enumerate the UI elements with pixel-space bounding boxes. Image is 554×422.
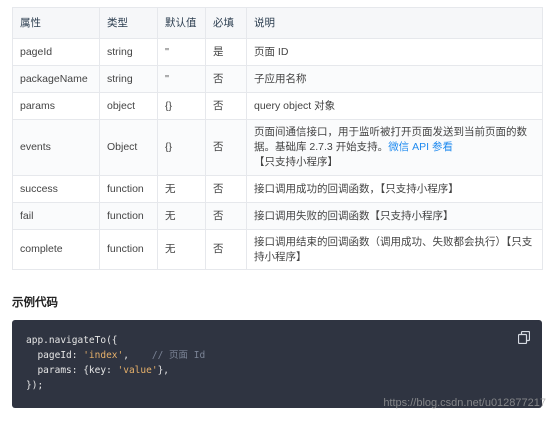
cell-name: complete [12, 229, 100, 270]
code-key: pageId: [26, 350, 84, 361]
code-block: app.navigateTo({ pageId: 'index', // 页面 … [12, 320, 542, 408]
cell-required: 否 [205, 229, 247, 270]
code-content: app.navigateTo({ pageId: 'index', // 页面 … [26, 333, 528, 393]
cell-type: function [99, 229, 158, 270]
cell-description: 子应用名称 [246, 65, 543, 93]
cell-type: function [99, 202, 158, 230]
cell-type: Object [99, 119, 158, 176]
cell-type: string [99, 65, 158, 93]
table-row: pageId string '' 是 页面 ID [12, 38, 543, 66]
cell-description: 接口调用成功的回调函数，【只支持小程序】 [246, 175, 543, 203]
code-key: params: {key: [26, 365, 118, 376]
cell-type: object [99, 92, 158, 120]
cell-name: fail [12, 202, 100, 230]
header-cell-type: 类型 [99, 7, 158, 39]
copy-icon[interactable] [517, 330, 531, 345]
header-cell-property: 属性 [12, 7, 100, 39]
cell-required: 否 [205, 175, 247, 203]
cell-description: 页面 ID [246, 38, 543, 66]
code-comment: // 页面 Id [151, 350, 206, 361]
header-cell-default: 默认值 [157, 7, 206, 39]
code-line: }); [26, 380, 44, 391]
cell-description: 接口调用失败的回调函数【只支持小程序】 [246, 202, 543, 230]
cell-type: string [99, 38, 158, 66]
cell-description: 页面间通信接口，用于监听被打开页面发送到当前页面的数据。基础库 2.7.3 开始… [246, 119, 543, 176]
table-row: complete function 无 否 接口调用结束的回调函数（调用成功、失… [12, 229, 543, 270]
table-row: packageName string '' 否 子应用名称 [12, 65, 543, 93]
cell-default: 无 [157, 229, 206, 270]
code-line: app.navigateTo({ [26, 335, 118, 346]
cell-name: pageId [12, 38, 100, 66]
wechat-api-link[interactable]: 微信 API 参看 [388, 141, 453, 153]
params-table: 属性 类型 默认值 必填 说明 pageId string '' 是 页面 ID… [12, 7, 543, 270]
description-note: 【只支持小程序】 [254, 156, 338, 168]
example-code-title: 示例代码 [12, 297, 58, 309]
code-punct: }, [157, 365, 170, 376]
table-header-row: 属性 类型 默认值 必填 说明 [12, 7, 543, 39]
cell-default: 无 [157, 202, 206, 230]
watermark: https://blog.csdn.net/u012877217 [383, 397, 546, 409]
cell-description: query object 对象 [246, 92, 543, 120]
cell-name: success [12, 175, 100, 203]
cell-default: {} [157, 92, 206, 120]
cell-default: '' [157, 65, 206, 93]
cell-name: events [12, 119, 100, 176]
cell-description: 接口调用结束的回调函数（调用成功、失败都会执行）【只支持小程序】 [246, 229, 543, 270]
code-string: 'value' [117, 365, 158, 376]
header-cell-required: 必填 [205, 7, 247, 39]
cell-required: 否 [205, 202, 247, 230]
table-row: params object {} 否 query object 对象 [12, 92, 543, 120]
table-row: success function 无 否 接口调用成功的回调函数，【只支持小程序… [12, 175, 543, 203]
cell-required: 否 [205, 92, 247, 120]
table-row: events Object {} 否 页面间通信接口，用于监听被打开页面发送到当… [12, 119, 543, 176]
cell-required: 否 [205, 119, 247, 176]
cell-default: 无 [157, 175, 206, 203]
cell-required: 否 [205, 65, 247, 93]
cell-default: '' [157, 38, 206, 66]
code-string: 'index' [83, 350, 124, 361]
cell-name: params [12, 92, 100, 120]
cell-name: packageName [12, 65, 100, 93]
table-row: fail function 无 否 接口调用失败的回调函数【只支持小程序】 [12, 202, 543, 230]
cell-type: function [99, 175, 158, 203]
cell-default: {} [157, 119, 206, 176]
cell-required: 是 [205, 38, 247, 66]
code-punct: , [123, 350, 152, 361]
header-cell-description: 说明 [246, 7, 543, 39]
